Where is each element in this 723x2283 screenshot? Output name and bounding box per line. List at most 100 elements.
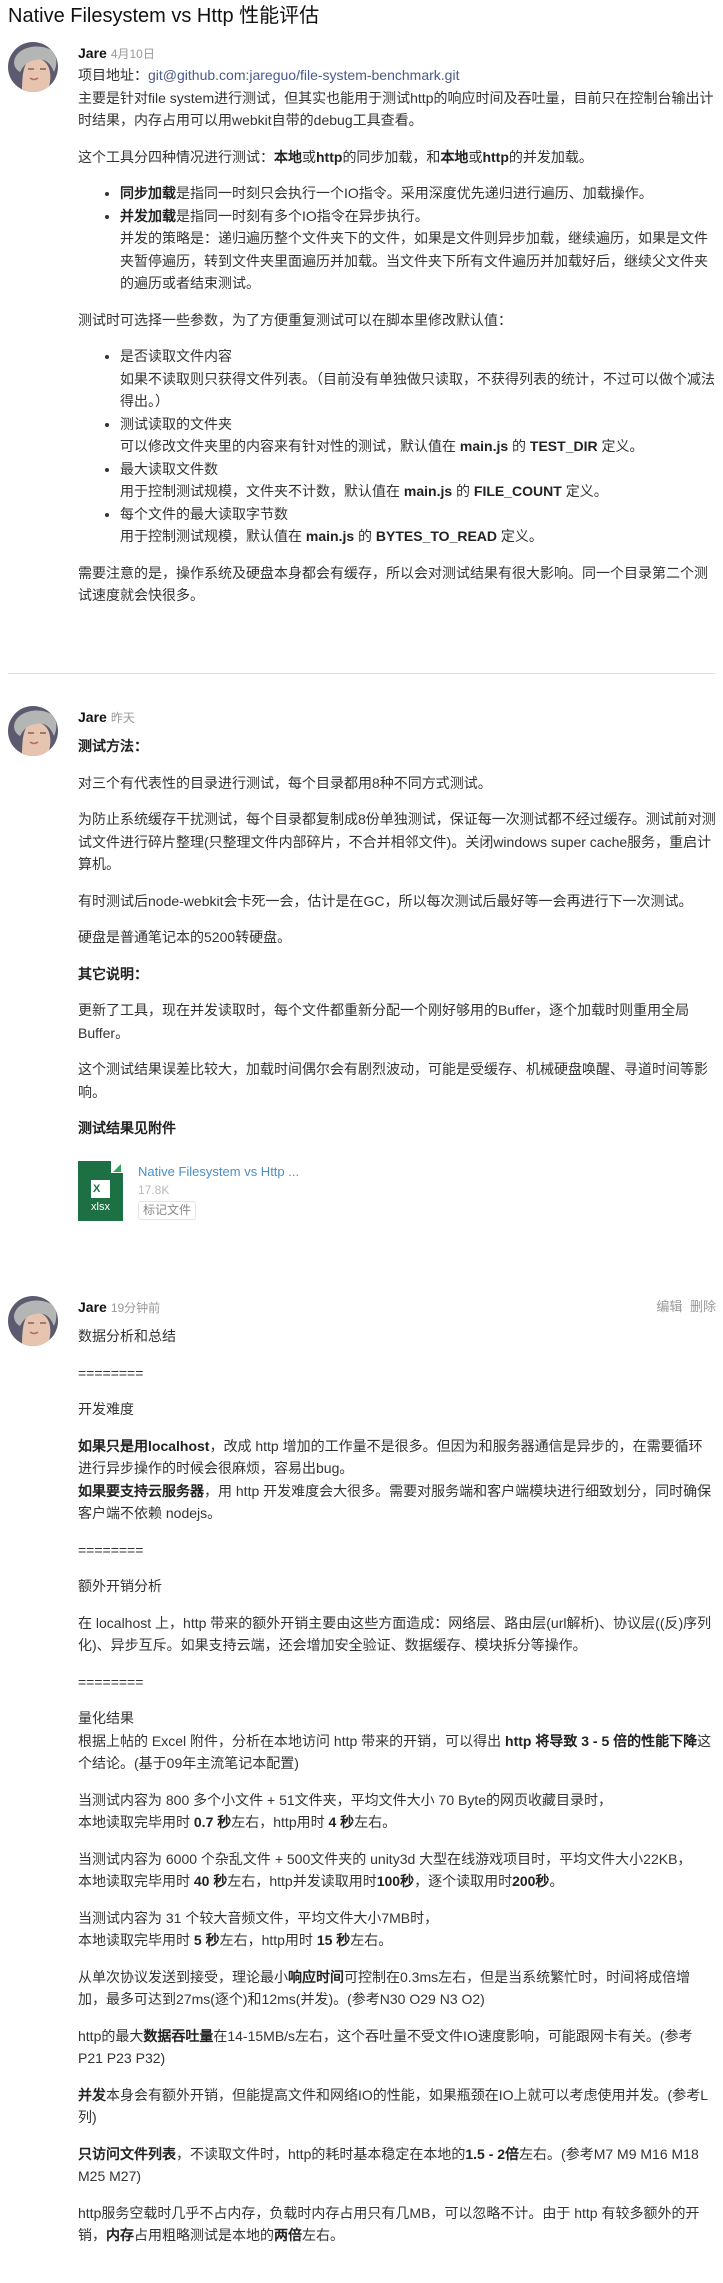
text-segment: ，不读取文件时，http的耗时基本稳定在本地的 <box>176 2145 466 2162</box>
text-segment: 定义。 <box>561 483 608 499</box>
paragraph: 当测试内容为 800 多个小文件 + 51文件夹，平均文件大小 70 Byte的… <box>78 1789 716 1834</box>
text-segment: 定义。 <box>597 438 644 454</box>
text-segment: 每个文件的最大读取字节数 <box>120 505 288 522</box>
text-segment: 测试时可选择一些参数，为了方便重复测试可以在脚本里修改默认值： <box>78 311 512 328</box>
text-segment: 需要注意的是，操作系统及硬盘本身都会有缓存，所以会对测试结果有很大影响。同一个目… <box>78 564 708 604</box>
text-segment: 为防止系统缓存干扰测试，每个目录都复制成8份单独测试，保证每一次测试都不经过缓存… <box>78 811 716 872</box>
bold-text: 同步加载 <box>120 185 176 201</box>
text-segment: 硬盘是普通笔记本的5200转硬盘。 <box>78 929 292 945</box>
bold-text: 本地 <box>274 148 302 165</box>
comment-body: 测试方法： 对三个有代表性的目录进行测试，每个目录都用8种不同方式测试。为防止系统… <box>78 735 716 1140</box>
paragraph: 当测试内容为 6000 个杂乱文件 + 500文件夹的 unity3d 大型在线… <box>78 1848 716 1893</box>
text-segment: 最大读取文件数 <box>120 460 218 477</box>
comment-author[interactable]: Jare <box>78 1299 107 1315</box>
bold-text: FILE_COUNT <box>473 483 562 499</box>
bold-text: 1.5 - 2倍 <box>465 2145 520 2162</box>
text-segment: 的同步加载，和 <box>342 148 441 165</box>
text-segment: 这个工具分四种情况进行测试： <box>78 148 274 165</box>
text-segment: 对三个有代表性的目录进行测试，每个目录都用8种不同方式测试。 <box>78 774 492 791</box>
excel-logo-letter: X <box>91 1179 110 1198</box>
text-segment: 项目地址： <box>78 67 148 83</box>
text-segment: 额外开销分析 <box>78 1578 162 1594</box>
text-segment: 是指同一时刻有多个IO指令在异步执行。 <box>176 207 429 224</box>
paragraph: 其它说明： <box>78 963 716 986</box>
repo-link[interactable]: git@github.com:jareguo/file-system-bench… <box>148 67 459 83</box>
delete-button[interactable]: 删除 <box>690 1299 716 1314</box>
text-segment: 当测试内容为 31 个较大音频文件，平均文件大小7MB时， <box>78 1909 439 1926</box>
text-segment: 或 <box>302 148 316 165</box>
bold-text: 只访问文件列表 <box>78 2145 176 2162</box>
paragraph: 硬盘是普通笔记本的5200转硬盘。 <box>78 926 716 949</box>
bold-text: 其它说明： <box>78 965 148 982</box>
text-segment: 是指同一时刻只会执行一个IO指令。采用深度优先递归进行遍历、加载操作。 <box>176 185 653 201</box>
paragraph: 如果只是用localhost，改成 http 增加的工作量不是很多。但因为和服务… <box>78 1435 716 1525</box>
paragraph: ======== <box>78 1539 716 1562</box>
list-item: 测试读取的文件夹可以修改文件夹里的内容来有针对性的测试，默认值在 main.js… <box>120 413 716 458</box>
text-segment: 是否读取文件内容 <box>120 348 232 364</box>
bold-text: 40 秒 <box>193 1873 228 1889</box>
bold-text: 如果要支持云服务器 <box>78 1482 204 1499</box>
bold-text: main.js <box>403 483 453 499</box>
text-segment: 左右。 <box>350 1932 393 1948</box>
text-segment: 的 <box>508 438 530 454</box>
paragraph: 数据分析和总结 <box>78 1325 716 1348</box>
bold-text: 并发加载 <box>120 207 176 224</box>
attachment-size: 17.8K <box>138 1182 170 1197</box>
paragraph: 测试时可选择一些参数，为了方便重复测试可以在脚本里修改默认值： <box>78 309 716 332</box>
bold-text: http <box>482 148 509 165</box>
bold-text: TEST_DIR <box>529 438 598 454</box>
attachment-name-link[interactable]: Native Filesystem vs Http ... <box>138 1163 299 1181</box>
list-item: 是否读取文件内容如果不读取则只获得文件列表。（目前没有单独做只读取，不获得列表的… <box>120 345 716 413</box>
text-segment: 从单次协议发送到接受，理论最小 <box>78 1968 288 1985</box>
paragraph: 在 localhost 上，http 带来的额外开销主要由这些方面造成：网络层、… <box>78 1612 716 1657</box>
bold-text: 200秒 <box>512 1873 550 1889</box>
text-segment: 数据分析和总结 <box>78 1328 176 1344</box>
text-segment: 开发难度 <box>78 1401 134 1417</box>
paragraph: ======== <box>78 1671 716 1694</box>
bold-text: main.js <box>459 438 509 454</box>
bold-text: BYTES_TO_READ <box>375 528 498 544</box>
paragraph: 对三个有代表性的目录进行测试，每个目录都用8种不同方式测试。 <box>78 772 716 795</box>
paragraph: 更新了工具，现在并发读取时，每个文件都重新分配一个刚好够用的Buffer，逐个加… <box>78 999 716 1044</box>
bold-text: 本地 <box>440 148 469 165</box>
text-segment: 左右。 <box>354 1814 397 1830</box>
text-segment: 可以修改文件夹里的内容来有针对性的测试，默认值在 <box>120 438 460 454</box>
text-segment: ======== <box>78 1541 144 1558</box>
bold-text: 测试方法： <box>78 738 148 754</box>
comment-time: 4月10日 <box>110 47 155 61</box>
text-segment: 本身会有额外开销，但能提高文件和网络IO的性能，如果瓶颈在IO上就可以考虑使用并… <box>78 2086 709 2126</box>
bold-text: 响应时间 <box>288 1968 344 1985</box>
avatar[interactable] <box>8 42 58 92</box>
paragraph: 测试方法： <box>78 735 716 758</box>
bold-text: 4 秒 <box>328 1814 355 1830</box>
comment-author[interactable]: Jare <box>78 45 107 61</box>
avatar[interactable] <box>8 1296 58 1346</box>
text-segment: 左右，http用时 <box>219 1932 317 1948</box>
text-segment: 的并发加载。 <box>508 148 593 165</box>
comment-author[interactable]: Jare <box>78 709 107 725</box>
text-segment: 主要是针对file system进行测试，但其实也能用于测试http的响应时间及… <box>78 89 714 129</box>
bold-text: 5 秒 <box>193 1932 220 1948</box>
text-segment: 本地读取完毕用时 <box>78 1814 194 1830</box>
avatar[interactable] <box>8 706 58 756</box>
list-item: 同步加载是指同一时刻只会执行一个IO指令。采用深度优先递归进行遍历、加载操作。 <box>120 182 716 205</box>
xlsx-file-icon[interactable]: X xlsx <box>78 1160 123 1221</box>
list-item: 最大读取文件数用于控制测试规模，文件夹不计数，默认值在 main.js 的 FI… <box>120 458 716 503</box>
mark-file-button[interactable]: 标记文件 <box>138 1200 197 1220</box>
comment-body: 项目地址：git@github.com:jareguo/file-system-… <box>78 64 716 607</box>
bold-text: http <box>316 148 343 165</box>
bold-text: 测试结果见附件 <box>78 1120 176 1136</box>
text-segment: 本地读取完毕用时 <box>78 1873 194 1889</box>
edit-button[interactable]: 编辑 <box>656 1299 682 1314</box>
list-item: 每个文件的最大读取字节数用于控制测试规模，默认值在 main.js 的 BYTE… <box>120 503 716 548</box>
paragraph: 项目地址：git@github.com:jareguo/file-system-… <box>78 64 716 132</box>
paragraph: 有时测试后node-webkit会卡死一会，估计是在GC，所以每次测试后最好等一… <box>78 890 716 913</box>
text-segment: 有时测试后node-webkit会卡死一会，估计是在GC，所以每次测试后最好等一… <box>78 892 693 909</box>
text-segment: 测试读取的文件夹 <box>120 415 232 432</box>
bold-text: 15 秒 <box>316 1932 351 1948</box>
paragraph: 这个测试结果误差比较大，加载时间偶尔会有剧烈波动，可能是受缓存、机械硬盘唤醒、寻… <box>78 1058 716 1103</box>
text-segment: 左右。 <box>302 2227 344 2243</box>
text-segment: 根据上帖的 Excel 附件，分析在本地访问 http 带来的开销，可以得出 <box>78 1732 506 1749</box>
text-segment: ======== <box>78 1673 144 1690</box>
text-segment: 当测试内容为 800 多个小文件 + 51文件夹，平均文件大小 70 Byte的… <box>78 1791 613 1808</box>
